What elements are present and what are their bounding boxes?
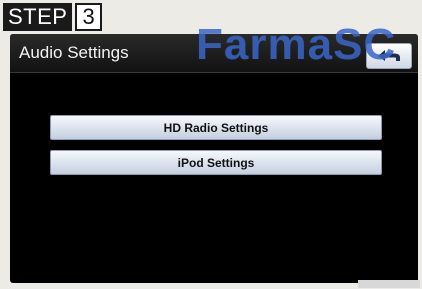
hd-radio-settings-label: HD Radio Settings (163, 120, 269, 135)
step-label: STEP (3, 3, 73, 31)
ipod-settings-label: iPod Settings (177, 155, 255, 170)
step-badge: STEP 3 (3, 3, 102, 31)
figure-code (358, 280, 420, 288)
screen-header: Audio Settings (10, 34, 418, 73)
display-screen: Audio Settings HD Radio Settings iPod Se… (10, 34, 418, 283)
back-button[interactable] (366, 43, 412, 69)
screen-title: Audio Settings (19, 43, 129, 62)
ipod-settings-button[interactable]: iPod Settings (50, 150, 382, 175)
return-arrow-icon (378, 50, 400, 61)
hd-radio-settings-button[interactable]: HD Radio Settings (50, 115, 382, 140)
step-number: 3 (75, 3, 102, 31)
